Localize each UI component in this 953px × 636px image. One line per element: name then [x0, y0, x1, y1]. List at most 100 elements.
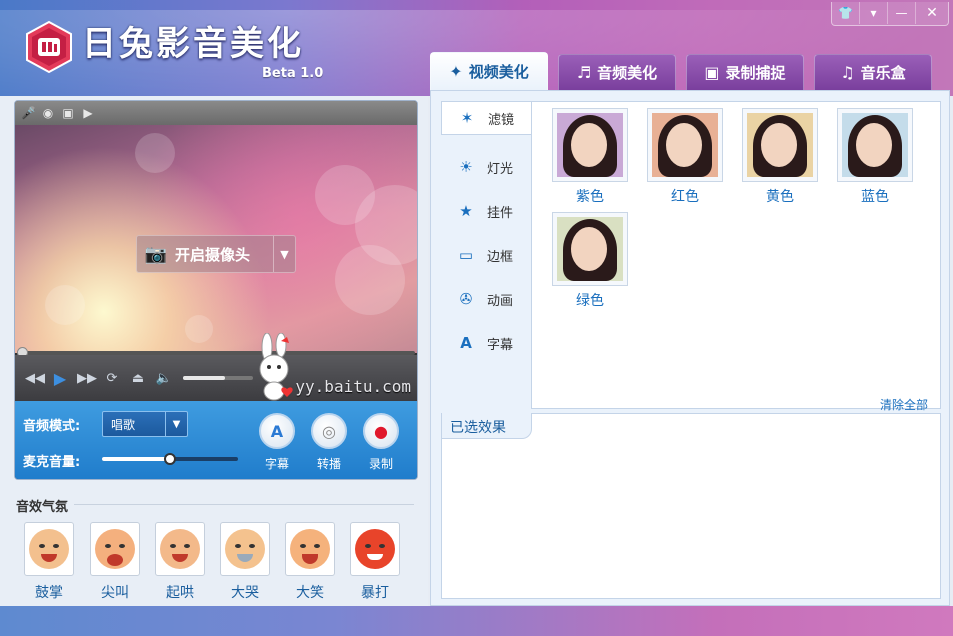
rewind-icon[interactable]: ◀◀ — [25, 371, 45, 386]
menu-item-frame[interactable]: ▭ 边框 — [441, 233, 531, 277]
emote-label: 大哭 — [231, 585, 259, 601]
emote-beat-button[interactable] — [350, 522, 400, 576]
filter-preview-image — [747, 113, 813, 177]
filter-red-thumbnail[interactable] — [647, 108, 723, 182]
chevron-down-icon: ▼ — [165, 412, 187, 436]
tab-record-capture[interactable]: ▣ 录制捕捉 — [686, 54, 804, 90]
video-player: 🎤 ◉ ▣ ▶ 📷 开启摄像头 ▼ ◀◀ ▶ ▶▶ ⟳ ⏏ 🔈 yy.baitu… — [14, 100, 418, 480]
music-note-icon: ♫ — [840, 63, 855, 82]
letter-a-icon: A — [270, 421, 284, 441]
menu-item-label: 边框 — [487, 249, 514, 265]
emote-scream-button[interactable] — [90, 522, 140, 576]
bokeh — [335, 245, 405, 315]
audio-mode-select[interactable]: 唱歌 ▼ — [102, 411, 188, 437]
eject-icon[interactable]: ⏏ — [129, 371, 147, 386]
emote-label: 鼓掌 — [35, 585, 63, 601]
menu-item-light[interactable]: ☀ 灯光 — [441, 145, 531, 189]
filter-blue-thumbnail[interactable] — [837, 108, 913, 182]
app-logo-icon — [26, 20, 72, 74]
right-panel: ✶ 滤镜 ☀ 灯光 ★ 挂件 ▭ 边框 ✇ 动画 A 字幕 紫色 红色 黄色 蓝… — [430, 90, 950, 606]
tab-audio-beauty[interactable]: ♬ 音频美化 — [558, 54, 676, 90]
title-bar: 日兔影音美化 Beta 1.0 👕 ▾ — ✕ ✦ 视频美化 ♬ 音频美化 ▣ … — [0, 0, 953, 96]
bokeh — [135, 133, 175, 173]
applause-face-icon — [29, 529, 69, 569]
relay-label: 转播 — [316, 457, 341, 471]
filter-preview-image — [557, 113, 623, 177]
frame-icon: ▭ — [458, 246, 474, 264]
menu-icon: ▾ — [870, 6, 877, 20]
volume-icon[interactable]: 🔈 — [155, 371, 173, 386]
app-title: 日兔影音美化 — [82, 24, 304, 64]
open-camera-label: 开启摄像头 — [175, 245, 251, 264]
letter-a-icon: A — [460, 334, 472, 352]
mic-volume-fill — [102, 457, 170, 461]
emote-section-title: 音效气氛 — [16, 500, 69, 515]
tab-label: 音乐盒 — [860, 64, 906, 82]
menu-item-label: 滤镜 — [488, 112, 515, 128]
audio-beauty-icon: ♬ — [576, 63, 592, 82]
record-label: 录制 — [368, 457, 393, 471]
mic-volume-label: 麦克音量: — [23, 455, 81, 470]
record-icon: ● — [374, 421, 388, 441]
cry-face-icon — [225, 529, 265, 569]
left-panel: 🎤 ◉ ▣ ▶ 📷 开启摄像头 ▼ ◀◀ ▶ ▶▶ ⟳ ⏏ 🔈 yy.baitu… — [0, 96, 428, 606]
face-shape — [761, 123, 797, 167]
fast-forward-icon[interactable]: ▶▶ — [77, 371, 97, 386]
video-camera-icon[interactable]: ▶ — [81, 106, 95, 120]
emote-cheer-button[interactable] — [155, 522, 205, 576]
filter-label: 紫色 — [576, 189, 604, 205]
minimize-button[interactable]: — — [888, 2, 916, 24]
close-button[interactable]: ✕ — [916, 2, 948, 24]
relay-icon: ◎ — [322, 421, 336, 441]
bokeh — [185, 315, 213, 343]
chevron-down-icon[interactable]: ▼ — [273, 236, 295, 272]
subtitle-button[interactable]: A — [259, 413, 295, 449]
menu-item-subtitle[interactable]: A 字幕 — [441, 321, 531, 365]
open-camera-button[interactable]: 📷 开启摄像头 ▼ — [136, 235, 296, 273]
audio-mode-value: 唱歌 — [111, 417, 136, 432]
microphone-icon[interactable]: 🎤 — [21, 106, 36, 120]
watermark: yy.baitu.com — [295, 377, 411, 396]
record-button[interactable]: ● — [363, 413, 399, 449]
play-icon[interactable]: ▶ — [51, 369, 69, 388]
menu-button[interactable]: ▾ — [860, 2, 888, 24]
emote-applause-button[interactable] — [24, 522, 74, 576]
skin-button[interactable]: 👕 — [832, 2, 860, 24]
relay-button[interactable]: ◎ — [311, 413, 347, 449]
video-preview[interactable]: 📷 开启摄像头 ▼ — [15, 125, 417, 353]
emote-laugh-button[interactable] — [285, 522, 335, 576]
menu-item-label: 灯光 — [487, 161, 514, 177]
filter-yellow-thumbnail[interactable] — [742, 108, 818, 182]
window-controls: 👕 ▾ — ✕ — [831, 2, 949, 26]
webcam-icon[interactable]: ◉ — [41, 106, 55, 120]
menu-item-pendant[interactable]: ★ 挂件 — [441, 189, 531, 233]
player-toolbar: 🎤 ◉ ▣ ▶ — [15, 101, 417, 125]
status-bar — [0, 606, 953, 636]
menu-item-animation[interactable]: ✇ 动画 — [441, 277, 531, 321]
subtitle-label: 字幕 — [264, 457, 289, 471]
tab-music-box[interactable]: ♫ 音乐盒 — [814, 54, 932, 90]
emote-cry-button[interactable] — [220, 522, 270, 576]
filter-green-thumbnail[interactable] — [552, 212, 628, 286]
tab-label: 视频美化 — [468, 63, 529, 81]
mic-volume-handle[interactable] — [164, 453, 176, 465]
volume-slider[interactable] — [183, 376, 253, 380]
tab-video-beauty[interactable]: ✦ 视频美化 — [430, 52, 548, 90]
shirt-icon: 👕 — [838, 6, 853, 20]
menu-item-label: 动画 — [487, 293, 514, 309]
audio-mode-label: 音频模式: — [23, 419, 81, 434]
bokeh — [45, 285, 85, 325]
face-shape — [666, 123, 702, 167]
camera-icon[interactable]: ▣ — [61, 106, 75, 120]
clear-all-link[interactable]: 清除全部 — [880, 396, 928, 413]
repeat-icon[interactable]: ⟳ — [103, 371, 121, 386]
filter-purple-thumbnail[interactable] — [552, 108, 628, 182]
minimize-icon: — — [895, 6, 908, 20]
sparkle-icon: ✶ — [460, 109, 474, 127]
filter-label: 黄色 — [766, 189, 794, 205]
menu-item-filter[interactable]: ✶ 滤镜 — [441, 101, 531, 135]
main-tabs: ✦ 视频美化 ♬ 音频美化 ▣ 录制捕捉 ♫ 音乐盒 — [430, 52, 932, 90]
mic-volume-slider[interactable] — [102, 453, 238, 465]
volume-fill — [183, 376, 225, 380]
tab-label: 录制捕捉 — [725, 64, 786, 82]
